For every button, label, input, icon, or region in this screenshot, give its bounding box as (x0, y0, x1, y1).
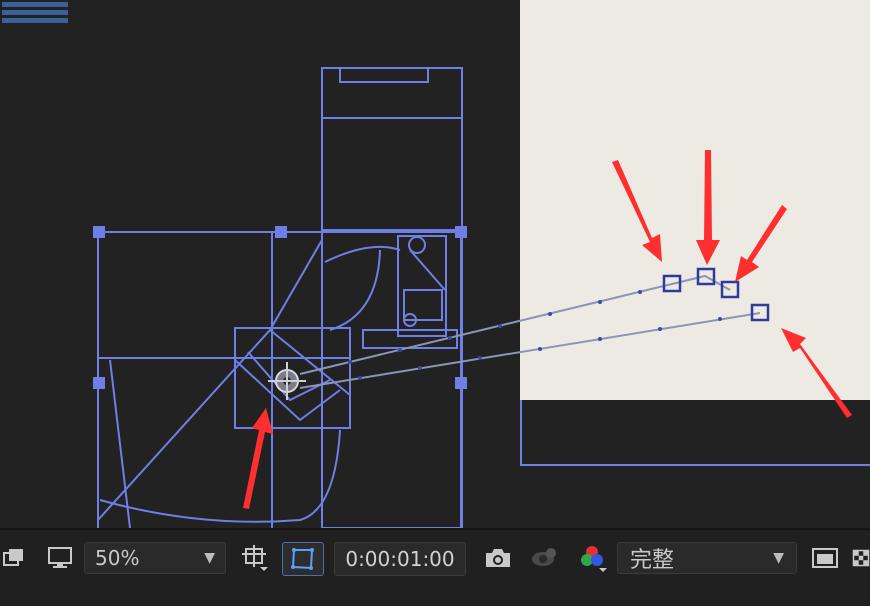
zoom-select[interactable]: 50% ▼ (84, 542, 226, 574)
monitor-icon[interactable] (44, 542, 76, 574)
wireframe-character (97, 67, 463, 528)
rgb-channel-icon[interactable] (574, 542, 610, 574)
stack-icon[interactable] (0, 542, 30, 574)
layer-boundary (520, 400, 870, 466)
composition-canvas (93, 0, 870, 528)
transparency-grid-icon[interactable] (852, 542, 870, 574)
fast-preview-icon[interactable] (808, 542, 842, 574)
resolution-value: 完整 (630, 548, 675, 573)
chevron-down-icon: ▼ (773, 550, 784, 566)
chevron-down-icon: ▼ (204, 550, 215, 566)
viewer-toolbar: 50% ▼ 0:00:01:00 完整 ▼ (0, 528, 870, 606)
mask-toggle-icon[interactable] (282, 542, 324, 576)
timecode-display[interactable]: 0:00:01:00 (334, 542, 466, 576)
region-of-interest-icon[interactable] (238, 542, 272, 574)
composition-viewer[interactable] (0, 0, 870, 528)
paper-layer (520, 0, 870, 400)
camera-icon[interactable] (480, 542, 516, 574)
zoom-value: 50% (95, 546, 140, 570)
show-snapshot-icon[interactable] (526, 542, 562, 574)
watermark-logo (2, 2, 68, 23)
arrow-icon (243, 408, 273, 509)
resolution-select[interactable]: 完整 ▼ (617, 542, 797, 574)
